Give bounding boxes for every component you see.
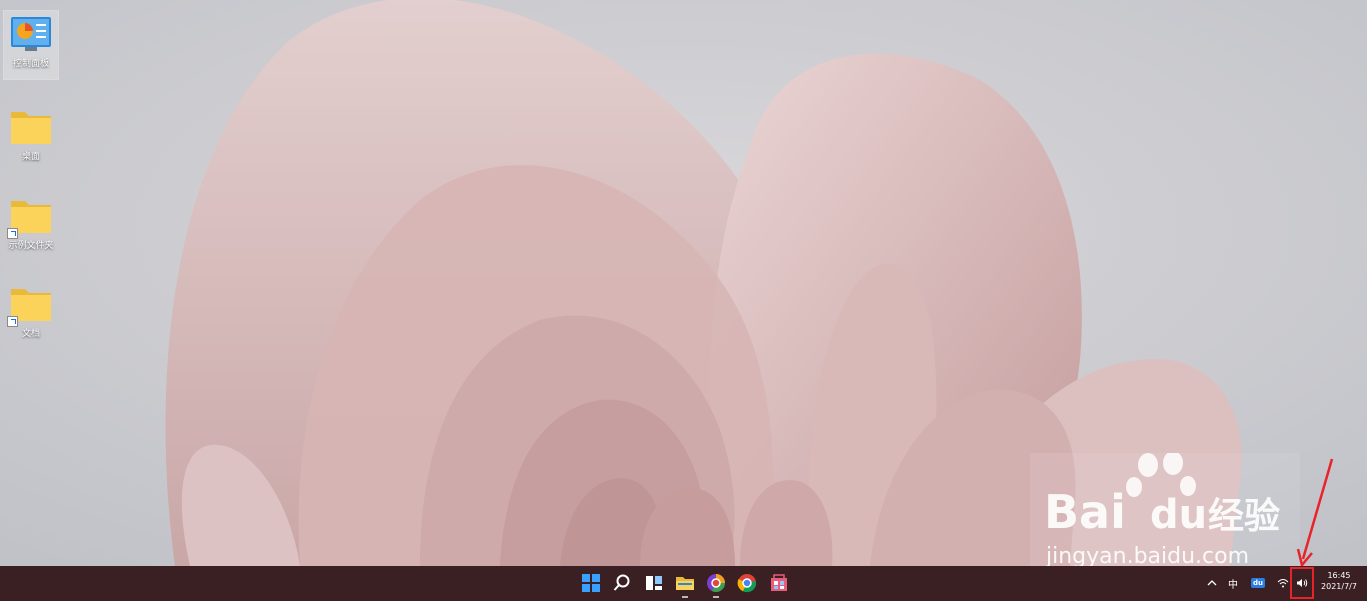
search-button[interactable]: [608, 569, 636, 597]
running-indicator: [682, 596, 688, 598]
taskbar: 中 du: [0, 566, 1367, 601]
network-button[interactable]: [1275, 572, 1291, 594]
control-panel-icon: [7, 11, 55, 57]
folder-shortcut-icon: [7, 281, 55, 327]
folder-icon: [7, 104, 55, 150]
chrome-icon: [737, 574, 757, 593]
shortcut-arrow-icon: [7, 316, 18, 327]
desktop-icon-label: 示例文件夹: [8, 241, 54, 251]
watermark-du: du: [1150, 492, 1207, 538]
clock-button[interactable]: 16:45 2021/7/7: [1316, 570, 1362, 592]
task-view-icon: [646, 576, 662, 590]
file-explorer-icon: [676, 577, 694, 590]
baidu-jingyan-watermark: Bai du 经验 jingyan.baidu.com: [1030, 451, 1300, 571]
search-icon: [613, 574, 630, 591]
annotation-highlight-box: [1290, 567, 1314, 599]
browser-button[interactable]: [702, 569, 730, 598]
desktop-icon-label: 桌面: [21, 152, 40, 162]
start-icon: [582, 574, 600, 592]
baidu-paw-logo: [1126, 451, 1196, 497]
start-button[interactable]: [577, 569, 605, 597]
show-hidden-icons-button[interactable]: [1205, 572, 1219, 594]
ime-label: 中: [1228, 579, 1238, 591]
store-icon: [771, 574, 787, 591]
desktop-icon-label: 文档: [21, 329, 40, 339]
watermark-brand: Bai: [1044, 485, 1126, 539]
chevron-up-icon: [1207, 580, 1217, 586]
task-view-button[interactable]: [640, 569, 668, 597]
baidu-tray-app[interactable]: du: [1250, 572, 1266, 594]
clock-time: 16:45: [1327, 571, 1351, 580]
watermark-cn: 经验: [1208, 496, 1280, 537]
desktop-icon-control-panel[interactable]: 控制面板: [3, 10, 59, 80]
store-button[interactable]: [765, 569, 793, 597]
browser-icon: [707, 574, 725, 592]
desktop-icon-sample-folder[interactable]: 示例文件夹: [4, 193, 58, 252]
running-indicator: [713, 596, 719, 598]
desktop-icon-desktop-folder[interactable]: 桌面: [4, 104, 58, 163]
ime-indicator[interactable]: 中: [1225, 572, 1241, 594]
clock-date: 2021/7/7: [1321, 582, 1357, 591]
shortcut-arrow-icon: [7, 228, 18, 239]
chrome-button[interactable]: [733, 569, 761, 597]
wifi-icon: [1277, 579, 1289, 588]
folder-shortcut-icon: [7, 193, 55, 239]
file-explorer-button[interactable]: [671, 569, 699, 598]
baidu-tray-icon: du: [1251, 578, 1265, 588]
desktop-icon-label: 控制面板: [12, 59, 49, 69]
desktop-icon-documents[interactable]: 文档: [4, 281, 58, 340]
annotation-arrow: [1296, 458, 1334, 568]
